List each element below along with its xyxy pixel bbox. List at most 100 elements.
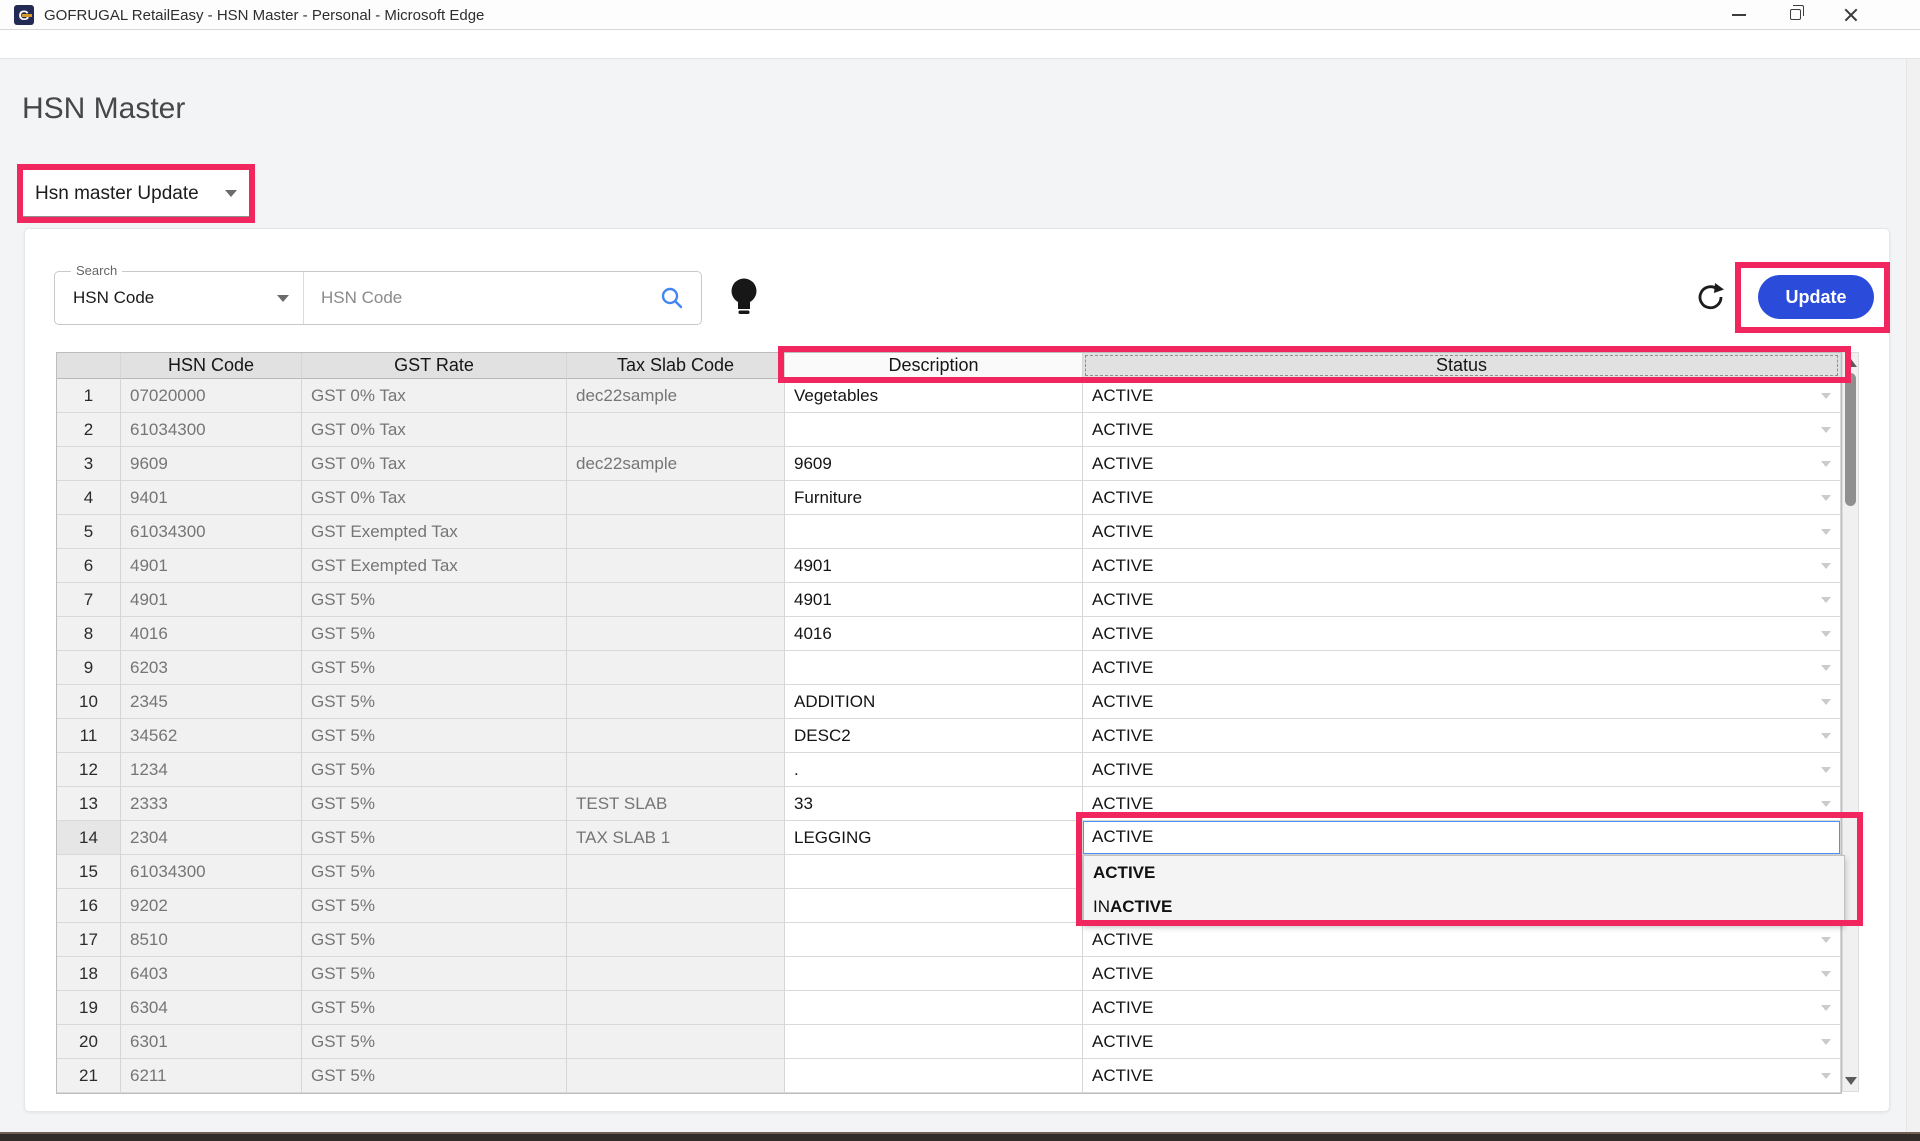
cell-hsn-code: 61034300 bbox=[121, 855, 302, 889]
cell-status[interactable]: ACTIVE bbox=[1083, 991, 1841, 1025]
update-button[interactable]: Update bbox=[1758, 275, 1874, 319]
row-number: 1 bbox=[57, 379, 121, 413]
cell-status[interactable]: ACTIVE bbox=[1083, 515, 1841, 549]
dropdown-arrow-icon[interactable] bbox=[1821, 971, 1831, 977]
cell-status[interactable]: ACTIVE bbox=[1083, 413, 1841, 447]
cell-hsn-code: 4901 bbox=[121, 583, 302, 617]
cell-description[interactable]: Vegetables bbox=[785, 379, 1083, 413]
cell-description[interactable]: DESC2 bbox=[785, 719, 1083, 753]
cell-tax-slab-code bbox=[567, 413, 785, 447]
cell-status[interactable]: ACTIVE bbox=[1083, 379, 1841, 413]
cell-hsn-code: 07020000 bbox=[121, 379, 302, 413]
cell-description[interactable]: Furniture bbox=[785, 481, 1083, 515]
minimize-button[interactable] bbox=[1716, 0, 1762, 29]
divider bbox=[303, 272, 304, 324]
cell-description[interactable] bbox=[785, 923, 1083, 957]
dropdown-arrow-icon[interactable] bbox=[1821, 495, 1831, 501]
cell-description[interactable] bbox=[785, 889, 1083, 923]
dropdown-arrow-icon[interactable] bbox=[1821, 1039, 1831, 1045]
cell-status[interactable]: ACTIVE bbox=[1083, 651, 1841, 685]
cell-gst-rate: GST 5% bbox=[302, 957, 567, 991]
dropdown-arrow-icon[interactable] bbox=[1821, 665, 1831, 671]
dropdown-arrow-icon[interactable] bbox=[1821, 733, 1831, 739]
cell-description[interactable]: LEGGING bbox=[785, 821, 1083, 855]
dropdown-arrow-icon[interactable] bbox=[1821, 427, 1831, 433]
cell-status[interactable]: ACTIVE bbox=[1083, 923, 1841, 957]
status-option-inactive[interactable]: INACTIVE bbox=[1084, 890, 1844, 924]
restore-button[interactable] bbox=[1772, 0, 1818, 29]
cell-tax-slab-code: dec22sample bbox=[567, 447, 785, 481]
table-scrollbar bbox=[1842, 352, 1859, 1092]
cell-status[interactable]: ACTIVE bbox=[1083, 685, 1841, 719]
dropdown-arrow-icon[interactable] bbox=[1821, 1073, 1831, 1079]
cell-status[interactable]: ACTIVE bbox=[1083, 1059, 1841, 1093]
row-number: 7 bbox=[57, 583, 121, 617]
cell-gst-rate: GST Exempted Tax bbox=[302, 515, 567, 549]
cell-status[interactable]: ACTIVE bbox=[1083, 957, 1841, 991]
hsn-mode-select[interactable]: Hsn master Update bbox=[23, 170, 249, 217]
refresh-icon[interactable] bbox=[1695, 281, 1727, 313]
scroll-down-icon[interactable] bbox=[1845, 1077, 1857, 1085]
dropdown-arrow-icon[interactable] bbox=[1821, 597, 1831, 603]
cell-status[interactable]: ACTIVE bbox=[1083, 753, 1841, 787]
scrollbar-thumb[interactable] bbox=[1845, 373, 1856, 506]
row-number: 12 bbox=[57, 753, 121, 787]
cell-tax-slab-code: TEST SLAB bbox=[567, 787, 785, 821]
search-input[interactable]: HSN Code bbox=[321, 272, 402, 324]
cell-status[interactable]: ACTIVE bbox=[1083, 1025, 1841, 1059]
scroll-up-icon[interactable] bbox=[1845, 359, 1857, 367]
dropdown-arrow-icon[interactable] bbox=[1821, 461, 1831, 467]
dropdown-arrow-icon[interactable] bbox=[1821, 937, 1831, 943]
cell-status[interactable]: ACTIVE bbox=[1083, 447, 1841, 481]
search-icon[interactable] bbox=[659, 285, 685, 311]
dropdown-arrow-icon[interactable] bbox=[1821, 529, 1831, 535]
dropdown-arrow-icon[interactable] bbox=[1821, 767, 1831, 773]
cell-tax-slab-code bbox=[567, 685, 785, 719]
status-editor-input[interactable]: ACTIVE bbox=[1083, 821, 1841, 855]
cell-gst-rate: GST 0% Tax bbox=[302, 447, 567, 481]
cell-description[interactable] bbox=[785, 855, 1083, 889]
dropdown-arrow-icon[interactable] bbox=[1821, 563, 1831, 569]
cell-description[interactable]: 4901 bbox=[785, 583, 1083, 617]
cell-description[interactable]: 33 bbox=[785, 787, 1083, 821]
dropdown-arrow-icon[interactable] bbox=[1821, 393, 1831, 399]
cell-hsn-code: 61034300 bbox=[121, 413, 302, 447]
cell-description[interactable] bbox=[785, 1025, 1083, 1059]
cell-description[interactable] bbox=[785, 413, 1083, 447]
cell-gst-rate: GST 5% bbox=[302, 991, 567, 1025]
cell-description[interactable] bbox=[785, 515, 1083, 549]
close-button[interactable] bbox=[1828, 0, 1874, 29]
cell-description[interactable] bbox=[785, 991, 1083, 1025]
search-field-select[interactable]: HSN Code bbox=[73, 272, 154, 324]
dropdown-arrow-icon[interactable] bbox=[1821, 801, 1831, 807]
cell-description[interactable]: 9609 bbox=[785, 447, 1083, 481]
cell-hsn-code: 2345 bbox=[121, 685, 302, 719]
cell-status[interactable]: ACTIVE bbox=[1083, 617, 1841, 651]
dropdown-arrow-icon[interactable] bbox=[1821, 1005, 1831, 1011]
cell-description[interactable]: . bbox=[785, 753, 1083, 787]
row-number: 18 bbox=[57, 957, 121, 991]
cell-status[interactable]: ACTIVE bbox=[1083, 481, 1841, 515]
cell-status[interactable]: ACTIVE bbox=[1083, 821, 1841, 855]
taskbar-edge bbox=[0, 1132, 1920, 1141]
dropdown-arrow-icon[interactable] bbox=[1821, 699, 1831, 705]
cell-description[interactable]: 4901 bbox=[785, 549, 1083, 583]
lightbulb-icon[interactable] bbox=[727, 276, 761, 318]
page-scrollbar[interactable] bbox=[1906, 59, 1920, 1132]
dropdown-arrow-icon[interactable] bbox=[1821, 631, 1831, 637]
cell-status[interactable]: ACTIVE bbox=[1083, 583, 1841, 617]
cell-tax-slab-code bbox=[567, 855, 785, 889]
cell-status[interactable]: ACTIVE bbox=[1083, 549, 1841, 583]
cell-description[interactable]: ADDITION bbox=[785, 685, 1083, 719]
status-option-active[interactable]: ACTIVE bbox=[1084, 856, 1844, 890]
cell-status[interactable]: ACTIVE bbox=[1083, 787, 1841, 821]
cell-description[interactable] bbox=[785, 1059, 1083, 1093]
window-title: GOFRUGAL RetailEasy - HSN Master - Perso… bbox=[44, 7, 484, 24]
cell-status[interactable]: ACTIVE bbox=[1083, 719, 1841, 753]
cell-hsn-code: 9401 bbox=[121, 481, 302, 515]
cell-tax-slab-code bbox=[567, 481, 785, 515]
cell-description[interactable] bbox=[785, 651, 1083, 685]
chevron-down-icon[interactable] bbox=[277, 295, 289, 302]
cell-description[interactable] bbox=[785, 957, 1083, 991]
cell-description[interactable]: 4016 bbox=[785, 617, 1083, 651]
